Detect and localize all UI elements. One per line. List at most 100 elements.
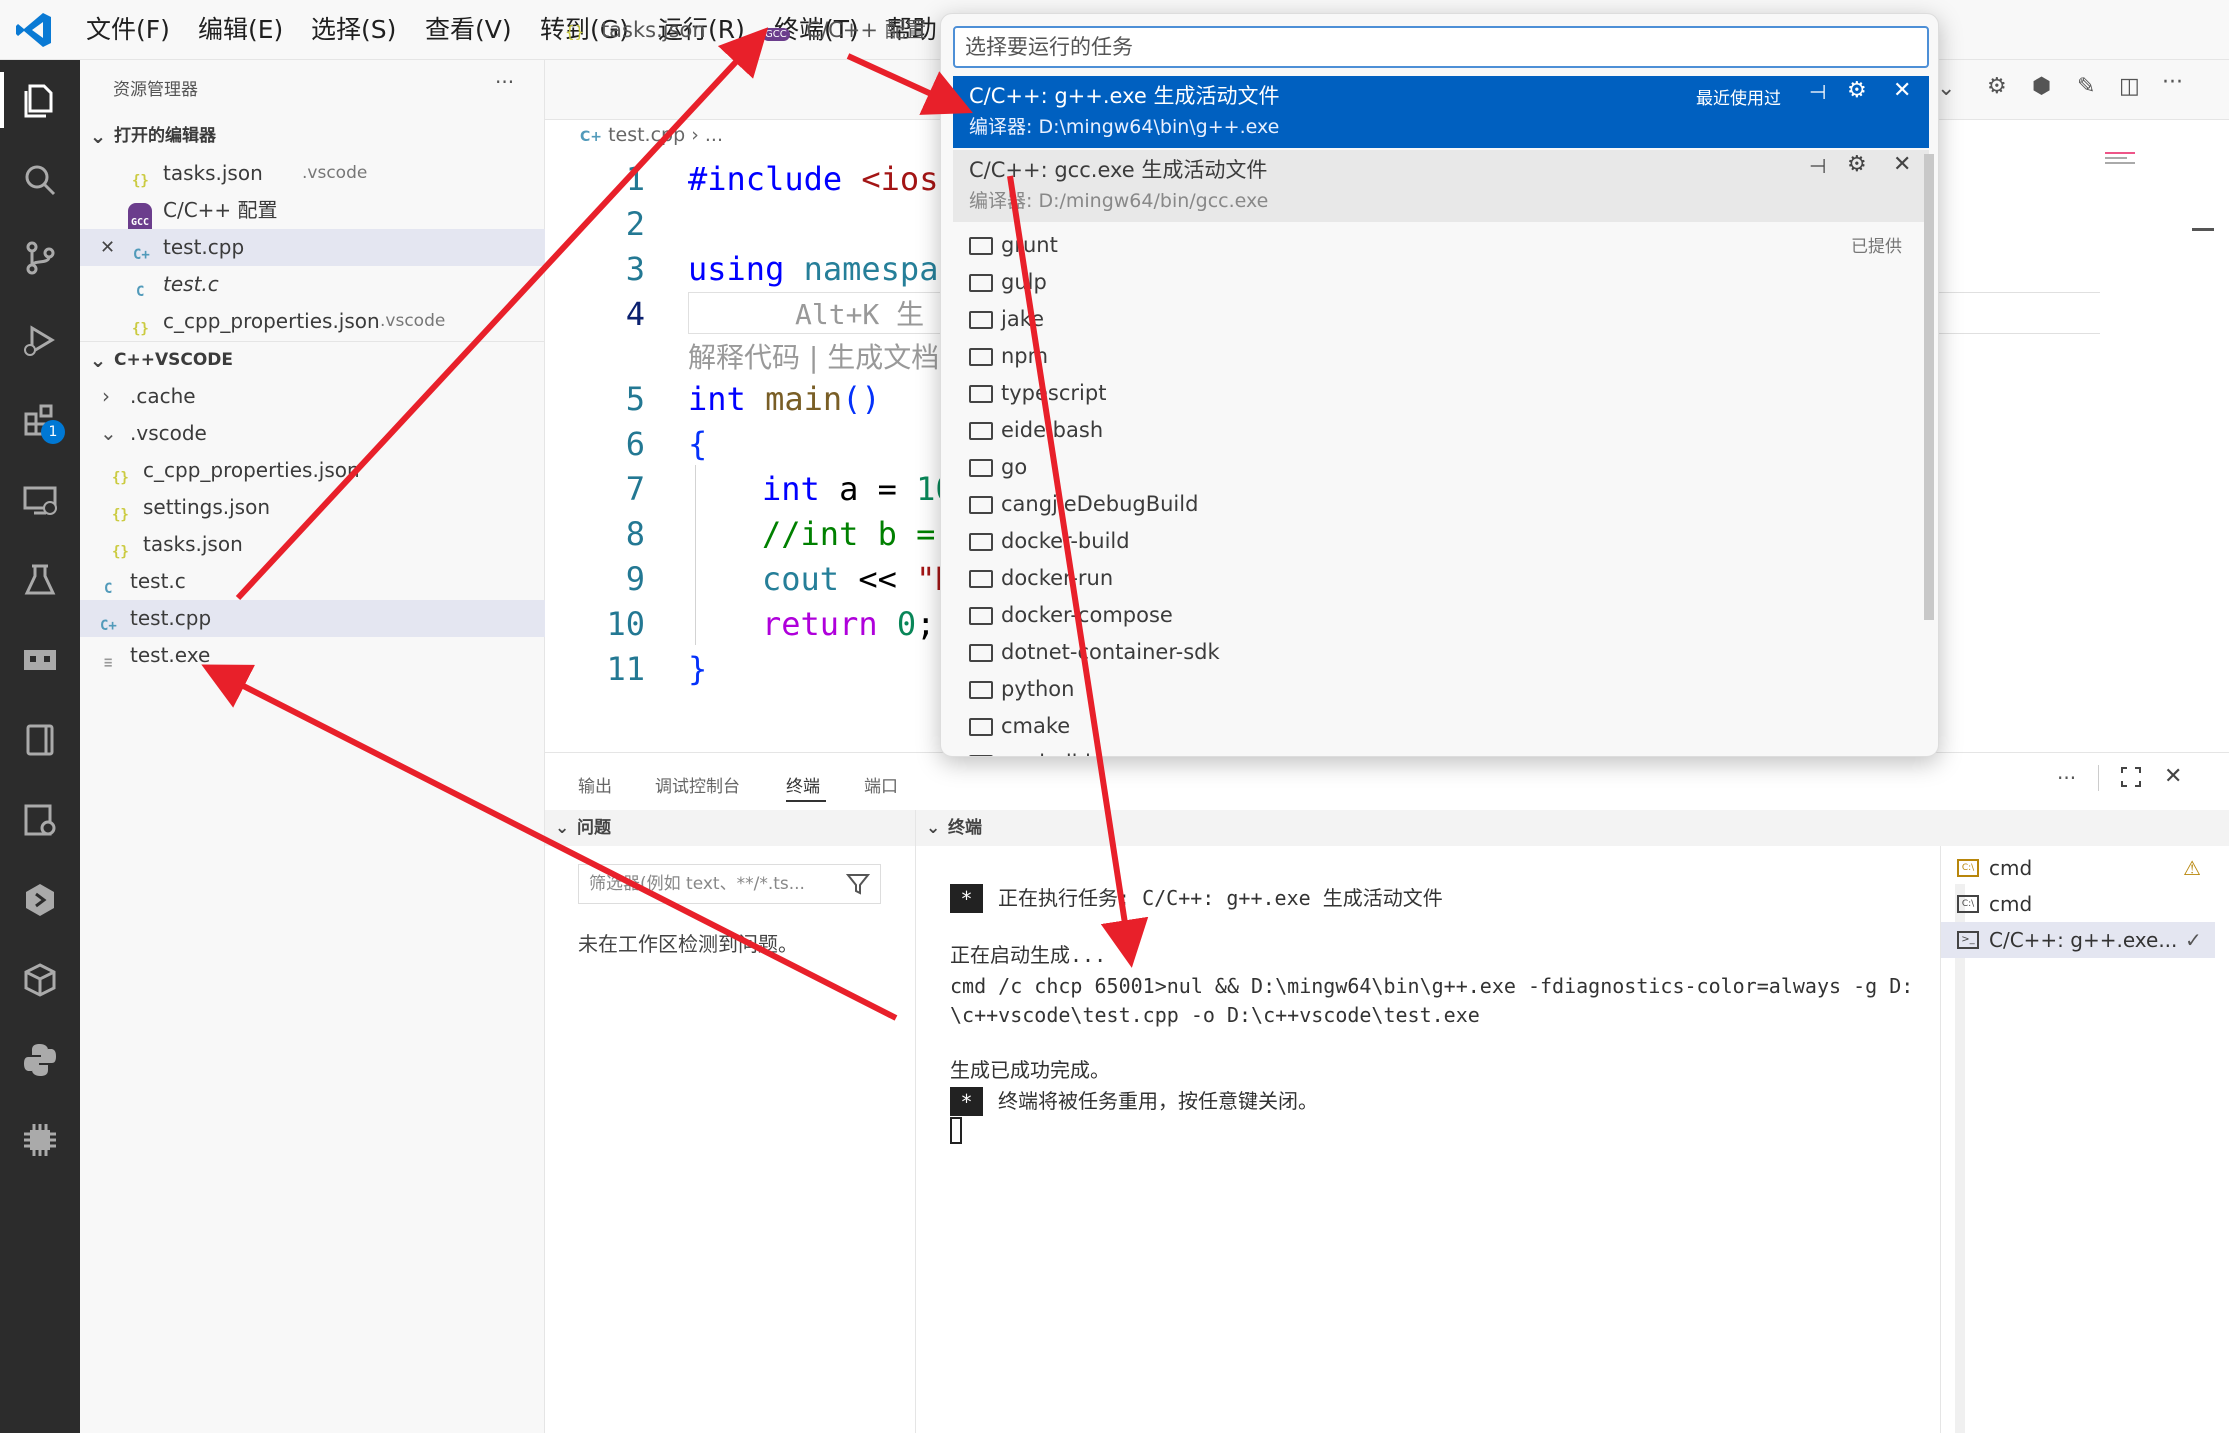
tree-item-file[interactable]: {} tasks.json	[80, 526, 545, 563]
gear-icon[interactable]: ⚙	[1847, 78, 1867, 103]
terminal-list-item-active[interactable]: >_ C/C++: g++.exe... ✓	[1941, 922, 2215, 958]
code-line[interactable]: //int b =	[762, 512, 955, 557]
tree-item-folder[interactable]: › .cache	[80, 378, 545, 415]
code-line[interactable]: }	[688, 647, 707, 692]
menu-edit[interactable]: 编辑(E)	[198, 0, 283, 60]
task-folder-item[interactable]: grunt	[969, 227, 1058, 264]
maximize-icon[interactable]	[2120, 766, 2142, 788]
tab-ports[interactable]: 端口	[864, 772, 898, 797]
task-folder-item[interactable]: cangjieDebugBuild	[969, 486, 1198, 523]
menu-view[interactable]: 查看(V)	[425, 0, 512, 60]
folder-section[interactable]: ⌄ C++VSCODE	[80, 341, 545, 378]
split-editor-icon[interactable]: ◫	[2119, 74, 2140, 99]
tree-item-file[interactable]: {} c_cpp_properties.json	[80, 452, 545, 489]
more-actions-icon[interactable]: ···	[2162, 70, 2183, 95]
filter-icon[interactable]	[846, 872, 870, 896]
task-folder-item[interactable]: cppbuild	[969, 745, 1091, 756]
tree-item-file-selected[interactable]: C+ test.cpp	[80, 600, 545, 637]
task-folder-item[interactable]: cmake	[969, 708, 1070, 745]
code-line[interactable]: #include <iost	[688, 157, 958, 202]
tree-item-label: test.cpp	[130, 606, 212, 630]
problems-filter-input[interactable]: 筛选器(例如 text、**/*.ts...	[578, 864, 881, 904]
code-line[interactable]: using namespac	[688, 247, 958, 292]
task-item-selected[interactable]: C/C++: g++.exe 生成活动文件 编译器: D:\mingw64\bi…	[953, 76, 1929, 148]
terminal-list-scrollbar[interactable]	[1955, 884, 1965, 1433]
code-line[interactable]: {	[688, 422, 707, 467]
terminal-manager-icon[interactable]	[14, 634, 66, 686]
search-icon[interactable]	[14, 154, 66, 206]
open-editor-item[interactable]: GCC C/C++ 配置	[80, 192, 545, 242]
pin-icon[interactable]: ⊣	[1809, 80, 1826, 104]
close-icon[interactable]: ✕	[2164, 766, 2182, 788]
terminal-line: cmd /c chcp 65001>nul && D:\mingw64\bin\…	[950, 974, 1914, 998]
tree-item-file[interactable]: {} settings.json	[80, 489, 545, 526]
tab-debug-console[interactable]: 调试控制台	[655, 772, 740, 797]
terminal-header[interactable]: ⌄ 终端	[916, 810, 2229, 846]
sidebar-more-button[interactable]: ···	[495, 70, 514, 94]
tab-terminal[interactable]: 终端	[786, 772, 820, 797]
task-folder-item[interactable]: gulp	[969, 264, 1047, 301]
chip-icon[interactable]	[14, 1114, 66, 1166]
code-line[interactable]: int main()	[688, 377, 881, 422]
explorer-icon[interactable]	[14, 74, 66, 126]
warning-icon: ⚠	[2183, 856, 2201, 880]
close-icon[interactable]: ✕	[100, 229, 115, 266]
tab-tasks-json[interactable]: {} tasks.json	[565, 0, 706, 60]
task-folder-item[interactable]: docker-build	[969, 523, 1130, 560]
task-folder-item[interactable]: eide.bash	[969, 412, 1103, 449]
tab-cpp-config[interactable]: GCC C/C++ 配置	[762, 0, 927, 60]
open-editors-section[interactable]: ⌄ 打开的编辑器	[80, 118, 545, 155]
chevron-down-icon: ⌄	[555, 818, 570, 838]
pin-icon[interactable]: ⊣	[1809, 154, 1826, 178]
gear-icon[interactable]: ⚙	[1847, 152, 1867, 177]
terminal-list-item[interactable]: C:\ cmd ⚠	[1941, 850, 2215, 886]
open-editor-item[interactable]: {} tasks.json .vscode	[80, 155, 545, 192]
task-folder-item[interactable]: docker-compose	[969, 597, 1173, 634]
breadcrumb-symbol[interactable]: ...	[705, 124, 723, 146]
task-folder-item[interactable]: go	[969, 449, 1027, 486]
code-line[interactable]: return 0;	[762, 602, 935, 647]
remote-explorer-icon[interactable]	[14, 474, 66, 526]
python-icon[interactable]	[14, 1034, 66, 1086]
copilot-icon[interactable]: ⬢	[2032, 74, 2051, 99]
task-item[interactable]: C/C++: gcc.exe 生成活动文件 编译器: D:/mingw64/bi…	[953, 150, 1929, 222]
breadcrumb-file[interactable]: test.cpp	[608, 124, 685, 146]
task-folder-item[interactable]: docker-run	[969, 560, 1113, 597]
dev-container-icon[interactable]	[14, 874, 66, 926]
problems-header[interactable]: ⌄ 问题	[545, 810, 915, 846]
close-icon[interactable]: ✕	[1893, 78, 1911, 103]
task-search-input[interactable]: 选择要运行的任务	[953, 26, 1929, 68]
code-line[interactable]: cout << "H	[762, 557, 955, 602]
tree-item-file[interactable]: C test.c	[80, 563, 545, 600]
source-control-icon[interactable]	[14, 232, 66, 284]
tree-item-folder[interactable]: ⌄ .vscode	[80, 415, 545, 452]
menu-file[interactable]: 文件(F)	[86, 0, 170, 60]
quick-pick-scrollbar[interactable]	[1924, 154, 1934, 620]
terminal-list-item[interactable]: C:\ cmd	[1941, 886, 2215, 922]
package-icon[interactable]	[14, 954, 66, 1006]
panel-more-button[interactable]: ···	[2057, 766, 2076, 790]
testing-icon[interactable]	[14, 554, 66, 606]
run-debug-icon[interactable]	[14, 314, 66, 366]
task-folder-item[interactable]: jake	[969, 301, 1044, 338]
tree-item-file[interactable]: ≡ test.exe	[80, 637, 545, 674]
edit-icon[interactable]: ✎	[2077, 74, 2095, 99]
settings-sync-icon[interactable]	[14, 794, 66, 846]
task-folder-item[interactable]: npm	[969, 338, 1048, 375]
tab-output[interactable]: 输出	[578, 772, 612, 797]
chevron-down-icon[interactable]: ⌄	[1937, 76, 1955, 101]
open-editor-item[interactable]: {} c_cpp_properties.json .vscode	[80, 303, 545, 340]
open-editor-item[interactable]: C test.c	[80, 266, 545, 303]
line-number: 3	[625, 250, 645, 288]
code-line[interactable]: int a = 10	[762, 467, 955, 512]
task-folder-item[interactable]: typescript	[969, 375, 1106, 412]
active-indicator	[0, 72, 4, 128]
menu-selection[interactable]: 选择(S)	[311, 0, 396, 60]
code-lens[interactable]: 解释代码 | 生成文档	[688, 336, 939, 376]
notebook-icon[interactable]	[14, 714, 66, 766]
task-folder-item[interactable]: python	[969, 671, 1074, 708]
open-editor-item-active[interactable]: ✕ C+ test.cpp	[80, 229, 545, 266]
close-icon[interactable]: ✕	[1893, 152, 1911, 177]
gear-icon[interactable]: ⚙	[1987, 74, 2007, 99]
task-folder-item[interactable]: dotnet-container-sdk	[969, 634, 1220, 671]
